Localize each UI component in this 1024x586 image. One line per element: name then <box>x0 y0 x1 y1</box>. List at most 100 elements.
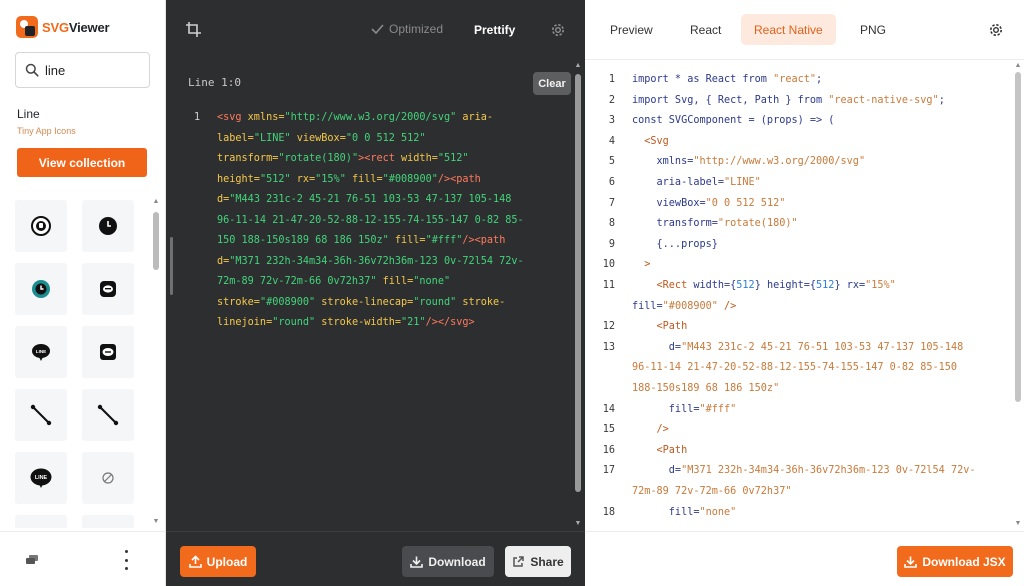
cursor-position-label: Line 1:0 <box>188 76 241 89</box>
icon-result-tile[interactable] <box>82 263 134 315</box>
line-segment-icon <box>30 404 52 426</box>
icon-result-tile[interactable] <box>82 452 134 504</box>
layers-icon[interactable] <box>25 554 39 566</box>
optimized-toggle[interactable]: Optimized <box>371 22 443 36</box>
download-icon <box>410 556 424 568</box>
icon-result-tile[interactable] <box>82 200 134 252</box>
line-clock-filled-icon <box>99 217 117 235</box>
collection-subtitle[interactable]: Tiny App Icons <box>17 126 76 136</box>
svgviewer-app: SVGViewer Line Tiny App Icons View colle… <box>0 0 1024 586</box>
code-line: label="LINE" viewBox="0 0 512 512" <box>217 129 562 150</box>
app-logo[interactable]: SVGViewer <box>16 15 110 39</box>
code-token: 96-11-14 21-47-20-52-88-12-155-74-155-14… <box>217 214 524 226</box>
line-number: 11 <box>602 280 615 291</box>
icon-result-tile[interactable]: LINE <box>15 326 67 378</box>
code-token: <Svg <box>632 135 669 147</box>
code-text: viewBox="0 0 512 512" <box>632 194 1002 215</box>
line-number: 13 <box>602 341 615 353</box>
scrollbar-thumb[interactable] <box>575 74 581 492</box>
code-token: "21" <box>401 317 426 328</box>
code-token: aria- <box>456 112 494 123</box>
scroll-down-icon[interactable]: ▼ <box>574 520 582 527</box>
scroll-up-icon[interactable]: ▲ <box>1014 62 1022 69</box>
code-token: xmlns= <box>247 112 285 123</box>
code-text: const SVGComponent = (props) => ( <box>632 111 1002 132</box>
crop-icon[interactable] <box>186 22 201 37</box>
code-token: d= <box>217 255 230 267</box>
code-token: const SVGComponent = (props) => ( <box>632 115 835 127</box>
download-jsx-button[interactable]: Download JSX <box>897 546 1013 577</box>
scroll-up-icon[interactable]: ▲ <box>574 62 582 69</box>
code-token: "LINE" <box>724 177 761 188</box>
share-button[interactable]: Share <box>505 546 571 577</box>
code-token: fill= <box>632 403 700 415</box>
sidebar-scrollbar[interactable]: ▲ ▼ <box>151 198 161 528</box>
icon-result-tile[interactable] <box>82 326 134 378</box>
scrollbar-thumb[interactable] <box>153 212 159 270</box>
code-text: fill="#008900" /> <box>632 297 1002 318</box>
scroll-down-icon[interactable]: ▼ <box>152 518 160 525</box>
download-button[interactable]: Download <box>402 546 494 577</box>
code-token: fill= <box>632 506 700 518</box>
icon-result-tile[interactable] <box>15 263 67 315</box>
svg-text:LINE: LINE <box>35 475 48 481</box>
code-token: <path <box>474 235 506 246</box>
code-token: /> <box>462 235 475 246</box>
download-icon <box>904 556 918 568</box>
code-token: 150 188-150s189 68 186 150z" <box>217 235 389 246</box>
scrollbar-thumb[interactable] <box>1015 72 1021 402</box>
icon-result-tile[interactable] <box>15 200 67 252</box>
output-scrollbar[interactable]: ▲ ▼ <box>1013 62 1023 530</box>
line-number: 9 <box>608 238 615 250</box>
view-collection-button[interactable]: View collection <box>17 148 147 177</box>
code-text: d="M443 231c-2 45-21 76-51 103-53 47-137… <box>632 338 1002 359</box>
icon-result-tile[interactable]: LINE <box>15 452 67 504</box>
editor-settings-gear-icon[interactable] <box>550 22 566 38</box>
prettify-button[interactable]: Prettify <box>474 23 515 37</box>
scroll-up-icon[interactable]: ▲ <box>152 198 160 205</box>
svg-editor: Optimized Prettify Line 1:0 Clear 1 <svg… <box>166 0 585 586</box>
tab-react[interactable]: React <box>677 14 734 45</box>
tab-png[interactable]: PNG <box>847 14 899 45</box>
code-line: transform="rotate(180)"><rect width="512… <box>217 149 562 170</box>
code-token: "round" <box>272 317 316 328</box>
clear-button[interactable]: Clear <box>533 72 571 95</box>
code-line: 96-11-14 21-47-20-52-88-12-155-74-155-14… <box>217 211 562 232</box>
editor-scrollbar[interactable]: ▲ ▼ <box>573 62 583 530</box>
svg-source-text[interactable]: <svg xmlns="http://www.w3.org/2000/svg" … <box>217 108 562 334</box>
code-token: <Path <box>632 444 688 456</box>
code-token: linejoin= <box>217 317 273 328</box>
code-token: "none" <box>699 506 737 518</box>
code-token: "http://www.w3.org/2000/svg" <box>284 112 457 123</box>
output-settings-gear-icon[interactable] <box>988 22 1004 38</box>
tab-preview[interactable]: Preview <box>597 14 666 45</box>
code-line: d="M443 231c-2 45-21 76-51 103-53 47-137… <box>217 190 562 211</box>
code-text: <Path <box>632 441 1002 462</box>
code-line: d="M371 232h-34m34-36h-36v72h36m-123 0v-… <box>217 252 562 273</box>
line-number: 17 <box>602 465 615 477</box>
icon-result-tile[interactable] <box>15 389 67 441</box>
icon-result-tile[interactable] <box>82 515 134 528</box>
code-text: fill="#fff" <box>632 400 1002 421</box>
icon-result-tile[interactable] <box>15 515 67 528</box>
scroll-down-icon[interactable]: ▼ <box>1014 520 1022 527</box>
resize-handle[interactable] <box>170 237 173 295</box>
download-label: Download <box>428 554 486 569</box>
code-token: ; <box>816 74 823 85</box>
share-label: Share <box>530 554 564 569</box>
code-token: /> <box>632 424 669 436</box>
line-number: 3 <box>608 115 615 127</box>
search-input[interactable] <box>45 62 135 78</box>
code-text: 96-11-14 21-47-20-52-88-12-155-74-155-14… <box>632 358 1002 379</box>
more-options-icon[interactable] <box>120 550 132 570</box>
icon-result-tile[interactable] <box>82 389 134 441</box>
code-token: <svg <box>217 112 248 123</box>
logo-text: SVGViewer <box>42 19 110 35</box>
code-token: stroke= <box>217 296 260 308</box>
tab-react-native[interactable]: React Native <box>741 14 836 45</box>
line-number: 12 <box>602 321 615 333</box>
code-token: "round" <box>413 296 457 308</box>
upload-button[interactable]: Upload <box>180 546 256 577</box>
code-token: "0 0 512 512" <box>345 132 426 144</box>
code-token: import Svg, { Rect, Path } from <box>632 94 829 106</box>
